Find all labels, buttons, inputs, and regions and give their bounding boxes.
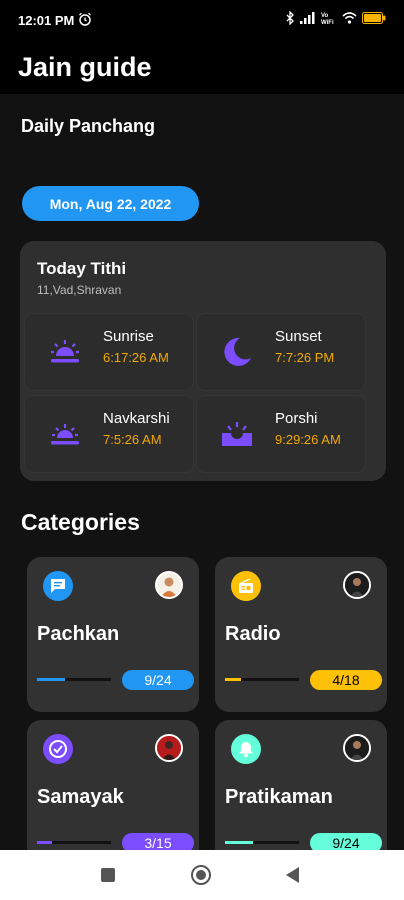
progress-track [225,678,299,681]
tithi-value: 11,Vad,Shravan [37,283,122,297]
progress-badge: 4/18 [310,670,382,690]
main-content[interactable]: Daily Panchang Mon, Aug 22, 2022 Today T… [0,94,404,850]
battery-icon [362,11,386,29]
status-right: Vo WiFi [286,9,386,30]
category-card-samayak[interactable]: Samayak 3/15 [27,720,199,850]
sunrise-icon [47,416,83,452]
recents-icon[interactable] [100,867,116,888]
category-card-pachkan[interactable]: Pachkan 9/24 [27,557,199,712]
porshi-cell: Porshi 9:29:26 AM [197,396,365,472]
svg-text:WiFi: WiFi [321,20,334,24]
navkarshi-cell: Navkarshi 7:5:26 AM [25,396,193,472]
check-circle-icon [43,734,73,764]
progress-track [37,678,111,681]
bluetooth-icon [286,9,295,30]
progress-fill [225,678,242,681]
svg-text:Vo: Vo [321,13,329,19]
category-name: Pachkan [37,623,120,645]
alarm-icon [78,12,92,29]
radio-icon [231,571,261,601]
sunrise-cell: Sunrise 6:17:26 AM [25,314,193,390]
avatar [155,734,183,762]
progress-fill [37,841,52,844]
avatar [343,734,371,762]
progress-badge: 9/24 [122,670,194,690]
wifi-icon [342,11,357,29]
date-picker-button[interactable]: Mon, Aug 22, 2022 [22,186,199,221]
time-label: Porshi [275,410,318,427]
category-card-pratikaman[interactable]: Pratikaman 9/24 [215,720,387,850]
progress-fill [37,678,65,681]
time-value: 7:7:26 PM [275,350,335,365]
time-value: 7:5:26 AM [103,432,162,447]
progress-fill [225,841,253,844]
category-name: Samayak [37,786,124,808]
sun-rays-icon [219,416,255,452]
progress-track [37,841,111,844]
time-value: 9:29:26 AM [275,432,341,447]
avatar [155,571,183,599]
tithi-card-title: Today Tithi [37,259,127,278]
sunrise-icon [47,334,83,370]
progress-track [225,841,299,844]
app-title: Jain guide [18,51,152,82]
sunset-cell: Sunset 7:7:26 PM [197,314,365,390]
status-left: 12:01 PM [18,12,92,29]
time-label: Sunset [275,328,322,345]
status-time: 12:01 PM [18,12,75,28]
system-nav-bar [0,850,404,900]
time-label: Sunrise [103,328,154,345]
status-bar: 12:01 PM Vo WiFi [0,0,404,40]
message-icon [43,571,73,601]
category-card-radio[interactable]: Radio 4/18 [215,557,387,712]
panchang-section-title: Daily Panchang [21,116,156,136]
category-name: Pratikaman [225,786,333,808]
time-value: 6:17:26 AM [103,350,169,365]
avatar [343,571,371,599]
home-icon[interactable] [190,864,212,891]
tithi-card: Today Tithi 11,Vad,Shravan Sunrise 6:17:… [20,241,386,481]
app-bar: Jain guide [0,40,404,94]
volte-icon: Vo WiFi [321,11,337,29]
categories-title: Categories [21,509,140,535]
bell-icon [231,734,261,764]
category-name: Radio [225,623,281,645]
progress-badge: 9/24 [310,833,382,850]
moon-icon [219,334,255,370]
signal-icon [300,11,316,29]
back-icon[interactable] [284,866,300,889]
time-label: Navkarshi [103,410,170,427]
progress-badge: 3/15 [122,833,194,850]
